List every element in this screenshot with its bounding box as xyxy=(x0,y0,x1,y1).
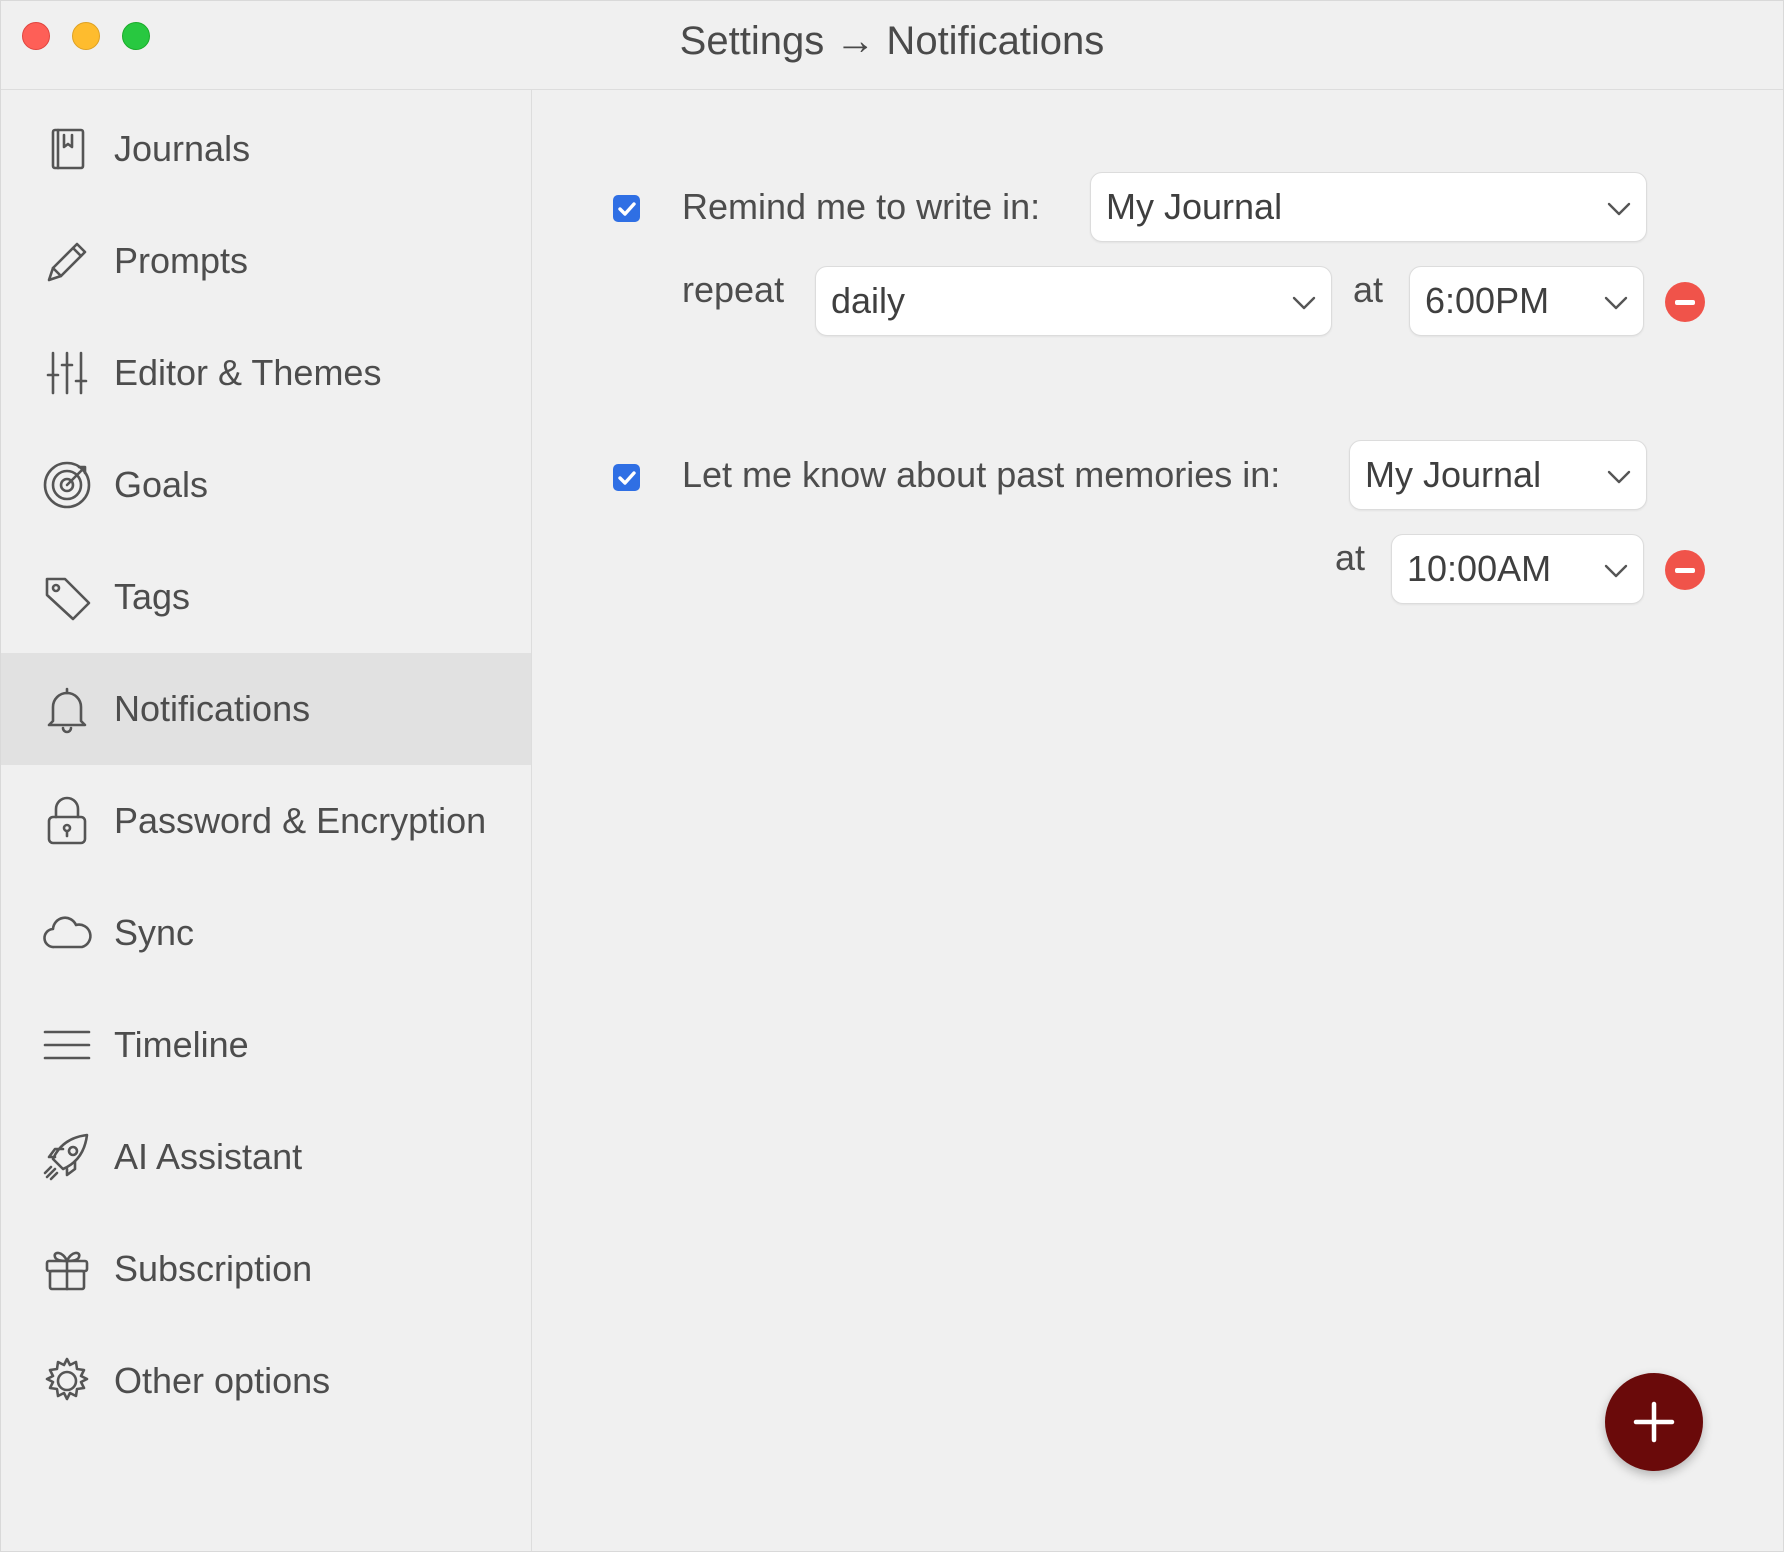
sidebar-item-label: Subscription xyxy=(114,1248,313,1289)
sidebar-item-journals[interactable]: Journals xyxy=(1,93,531,205)
reminder-label: Remind me to write in: xyxy=(682,186,1041,227)
target-icon xyxy=(39,457,95,513)
window-title: Settings → Notifications xyxy=(679,19,1105,63)
reminder-journal-value: My Journal xyxy=(1106,186,1283,227)
sidebar-item-label: Password & Encryption xyxy=(114,800,487,841)
sidebar-item-label: Journals xyxy=(114,128,251,169)
sidebar-item-label: Other options xyxy=(114,1360,331,1401)
reminder-checkbox[interactable] xyxy=(613,195,640,222)
lines-icon xyxy=(39,1017,95,1073)
journal-icon xyxy=(39,121,95,177)
reminder-time-select[interactable]: 6:00PM xyxy=(1409,266,1644,336)
chevron-down-icon xyxy=(1603,557,1629,583)
sidebar-item-prompts[interactable]: Prompts xyxy=(1,205,531,317)
cloud-icon xyxy=(39,905,95,961)
bell-icon xyxy=(39,681,95,737)
sidebar-item-label: Timeline xyxy=(114,1024,249,1065)
repeat-value: daily xyxy=(831,280,906,321)
tag-icon xyxy=(39,569,95,625)
pencil-icon xyxy=(39,233,95,289)
sliders-icon xyxy=(39,345,95,401)
plus-icon xyxy=(1633,1401,1675,1443)
chevron-down-icon xyxy=(1603,289,1629,315)
minus-icon xyxy=(1675,567,1695,573)
memories-journal-value: My Journal xyxy=(1365,454,1542,495)
sidebar-item-editor-themes[interactable]: Editor & Themes xyxy=(1,317,531,429)
sidebar-item-label: Tags xyxy=(114,576,191,617)
rocket-icon xyxy=(39,1129,95,1185)
memories-time-value: 10:00AM xyxy=(1407,548,1552,589)
sidebar-item-subscription[interactable]: Subscription xyxy=(1,1213,531,1325)
sidebar-item-label: Sync xyxy=(114,912,195,953)
title-bar: Settings → Notifications xyxy=(1,1,1783,90)
gift-icon xyxy=(39,1241,95,1297)
reminder-at-label: at xyxy=(1353,269,1384,310)
gear-icon xyxy=(39,1353,95,1409)
memories-time-select[interactable]: 10:00AM xyxy=(1391,534,1644,604)
add-notification-button[interactable] xyxy=(1605,1373,1703,1471)
memories-checkbox[interactable] xyxy=(613,464,640,491)
repeat-select[interactable]: daily xyxy=(815,266,1332,336)
sidebar-item-label: Goals xyxy=(114,464,209,505)
settings-window: Settings → Notifications Journals Prompt… xyxy=(0,0,1784,1552)
sidebar-item-ai-assistant[interactable]: AI Assistant xyxy=(1,1101,531,1213)
remove-memories-button[interactable] xyxy=(1665,550,1705,590)
chevron-down-icon xyxy=(1606,195,1632,221)
memories-at-label: at xyxy=(1335,537,1366,578)
sidebar-item-timeline[interactable]: Timeline xyxy=(1,989,531,1101)
sidebar-item-sync[interactable]: Sync xyxy=(1,877,531,989)
memories-label: Let me know about past memories in: xyxy=(682,454,1281,495)
sidebar-item-label: Editor & Themes xyxy=(114,352,382,393)
chevron-down-icon xyxy=(1606,463,1632,489)
sidebar-item-tags[interactable]: Tags xyxy=(1,541,531,653)
sidebar-item-other-options[interactable]: Other options xyxy=(1,1325,531,1437)
repeat-label: repeat xyxy=(682,269,785,310)
lock-icon xyxy=(39,793,95,849)
sidebar-item-label: AI Assistant xyxy=(114,1136,303,1177)
reminder-time-value: 6:00PM xyxy=(1425,280,1550,321)
sidebar-item-notifications[interactable]: Notifications xyxy=(1,653,531,765)
sidebar: Journals Prompts Editor & Themes Goals T xyxy=(1,90,532,1551)
remove-reminder-button[interactable] xyxy=(1665,282,1705,322)
sidebar-item-goals[interactable]: Goals xyxy=(1,429,531,541)
reminder-journal-select[interactable]: My Journal xyxy=(1090,172,1647,242)
sidebar-item-password-encryption[interactable]: Password & Encryption xyxy=(1,765,531,877)
memories-journal-select[interactable]: My Journal xyxy=(1349,440,1647,510)
notifications-panel: Remind me to write in: My Journal repeat… xyxy=(532,90,1783,1551)
minus-icon xyxy=(1675,299,1695,305)
sidebar-item-label: Notifications xyxy=(114,688,311,729)
sidebar-item-label: Prompts xyxy=(114,240,249,281)
chevron-down-icon xyxy=(1291,289,1317,315)
